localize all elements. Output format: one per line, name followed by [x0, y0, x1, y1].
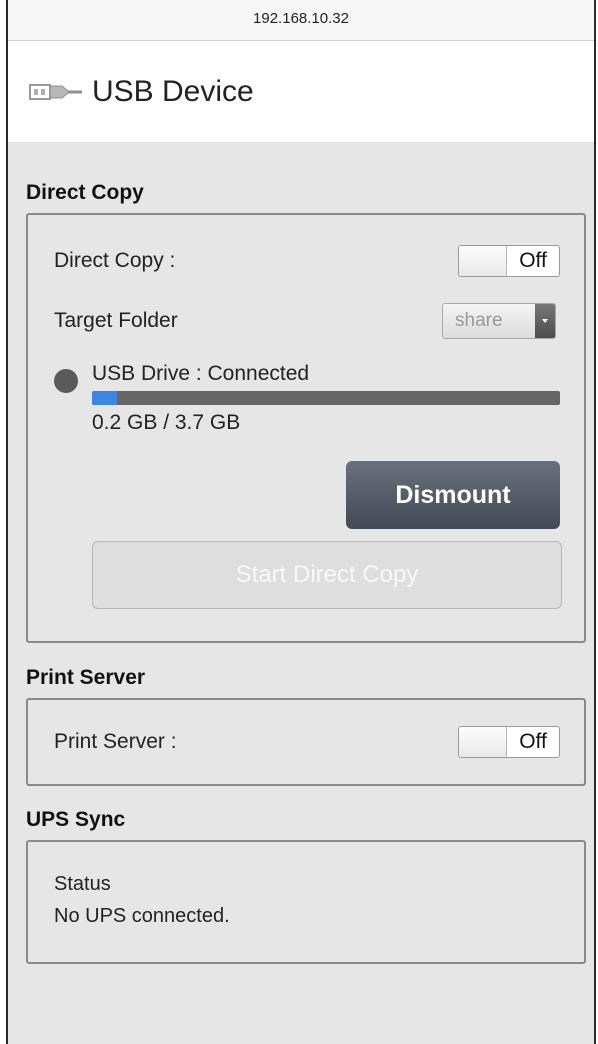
toggle-knob: [459, 246, 507, 276]
target-folder-value: share: [455, 310, 503, 331]
browser-frame: 192.168.10.32 USB Device Direct Copy Dir…: [6, 0, 596, 1044]
print-server-section-title: Print Server: [26, 666, 146, 689]
address-text: 192.168.10.32: [253, 10, 349, 27]
drive-usage-text: 0.2 GB / 3.7 GB: [92, 411, 241, 434]
print-server-label: Print Server :: [54, 730, 177, 753]
usb-drive-status: USB Drive : Connected 0.2 GB / 3.7 GB: [28, 361, 584, 435]
drive-status-label: USB Drive : Connected: [92, 362, 310, 385]
chevron-down-icon: [535, 304, 555, 338]
direct-copy-label: Direct Copy :: [54, 249, 176, 272]
toggle-state-label: Off: [519, 730, 547, 753]
toggle-knob: [459, 727, 507, 757]
print-server-toggle[interactable]: Off: [458, 726, 560, 758]
start-direct-copy-button[interactable]: Start Direct Copy: [92, 541, 562, 609]
direct-copy-section: Direct Copy Direct Copy : Off Target Fol…: [8, 181, 594, 643]
direct-copy-row: Direct Copy : Off: [28, 243, 584, 279]
ups-status-value: No UPS connected.: [54, 905, 230, 927]
target-folder-row: Target Folder share: [28, 301, 584, 341]
toggle-state-label: Off: [519, 249, 547, 272]
drive-usage-fill: [92, 391, 118, 405]
direct-copy-panel: Direct Copy : Off Target Folder share US…: [26, 213, 586, 643]
ups-status-label: Status: [54, 873, 111, 895]
print-server-panel: Print Server : Off: [26, 698, 586, 786]
print-server-section: Print Server Print Server : Off: [8, 666, 594, 786]
address-bar[interactable]: 192.168.10.32: [8, 0, 594, 41]
page-header: USB Device: [8, 41, 594, 143]
target-folder-select[interactable]: share: [442, 303, 556, 339]
ups-sync-panel: Status No UPS connected.: [26, 840, 586, 964]
drive-status-indicator-icon: [54, 369, 78, 393]
dismount-button[interactable]: Dismount: [346, 461, 560, 529]
usb-plug-icon: [29, 83, 82, 100]
page-title: USB Device: [92, 74, 254, 108]
target-folder-label: Target Folder: [54, 309, 178, 332]
direct-copy-toggle[interactable]: Off: [458, 245, 560, 277]
ups-sync-section-title: UPS Sync: [26, 808, 126, 831]
ups-sync-section: UPS Sync Status No UPS connected.: [8, 808, 594, 964]
print-server-row: Print Server : Off: [28, 700, 584, 784]
drive-usage-bar: [92, 391, 560, 405]
direct-copy-section-title: Direct Copy: [26, 181, 144, 204]
